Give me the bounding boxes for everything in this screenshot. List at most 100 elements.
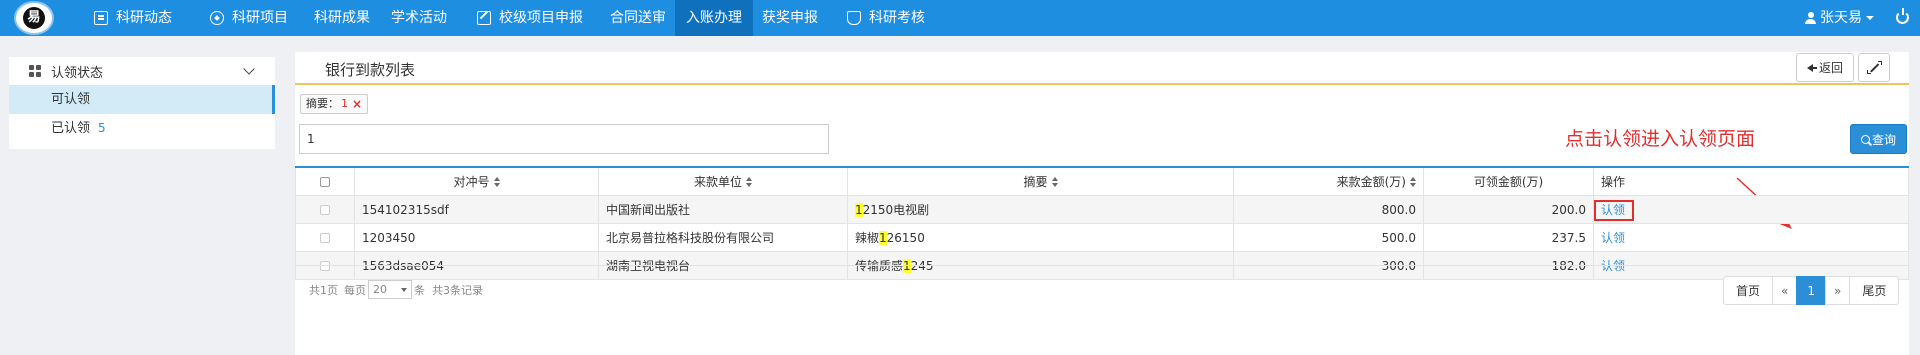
prev-page-button[interactable]: « bbox=[1772, 276, 1798, 305]
nav-item-account-entry[interactable]: 入账办理 bbox=[675, 0, 753, 36]
sidebar-item-label: 可认领 bbox=[51, 92, 91, 107]
user-menu[interactable]: 张天易 bbox=[1805, 0, 1874, 36]
current-page-button[interactable]: 1 bbox=[1796, 276, 1826, 305]
header-available: 可领金额(万) bbox=[1424, 168, 1594, 195]
table-header-row: 对冲号 来款单位 摘要 来款金额(万) 可领金额(万) 操作 bbox=[295, 168, 1909, 196]
next-page-button[interactable]: » bbox=[1825, 276, 1851, 305]
cell-amount: 800.0 bbox=[1234, 196, 1424, 223]
dropdown-arrow-icon bbox=[401, 287, 407, 292]
logo[interactable]: 易 bbox=[14, 1, 54, 35]
user-name: 张天易 bbox=[1820, 10, 1862, 26]
header-action: 操作 bbox=[1594, 168, 1909, 195]
cell-unit: 中国新闻出版社 bbox=[599, 196, 848, 223]
page-title: 银行到款列表 bbox=[325, 61, 416, 79]
sort-icon bbox=[1410, 176, 1416, 187]
sidebar: 认领状态 可认领 已认领 5 bbox=[9, 57, 275, 149]
table-row: 1203450 北京易普拉格科技股份有限公司 辣椒 1 26150 500.0 23… bbox=[295, 224, 1909, 252]
nav-item-school-project-apply[interactable]: 校级项目申报 bbox=[475, 0, 585, 36]
nav-label: 科研成果 bbox=[314, 10, 370, 26]
nav-label: 学术活动 bbox=[391, 10, 447, 26]
nav-label: 入账办理 bbox=[686, 10, 742, 26]
query-button[interactable]: 查询 bbox=[1850, 124, 1907, 154]
header-label: 来款金额(万) bbox=[1336, 175, 1406, 189]
nav-item-research-assessment[interactable]: 科研考核 bbox=[845, 0, 927, 36]
sidebar-item-claimable[interactable]: 可认领 bbox=[9, 85, 275, 114]
nav-item-research-projects[interactable]: 科研项目 bbox=[208, 0, 290, 36]
total-records: 条 共3条记录 bbox=[414, 283, 483, 297]
header-select-all[interactable] bbox=[295, 168, 355, 195]
filter-tag: 摘要： 1 × bbox=[300, 94, 369, 114]
nav-item-award-apply[interactable]: 获奖申报 bbox=[762, 0, 818, 36]
remove-filter-icon[interactable]: × bbox=[352, 95, 362, 113]
top-navbar: 易 科研动态 科研项目 科研成果 学术活动 校级项目申报 合同送审 入账办理 获… bbox=[0, 0, 1920, 36]
header-amount[interactable]: 来款金额(万) bbox=[1234, 168, 1424, 195]
logo-glyph: 易 bbox=[23, 7, 45, 29]
back-label: 返回 bbox=[1818, 61, 1843, 75]
query-label: 查询 bbox=[1871, 132, 1896, 147]
caret-down-icon bbox=[1866, 16, 1874, 20]
annotation-text: 点击认领进入认领页面 bbox=[1565, 128, 1756, 150]
filter-tag-label: 摘要： bbox=[306, 97, 339, 110]
row-checkbox[interactable] bbox=[320, 204, 330, 215]
claimed-count: 5 bbox=[98, 121, 106, 135]
search-icon bbox=[1860, 134, 1870, 144]
doc-icon bbox=[94, 11, 108, 25]
nav-item-contract-review[interactable]: 合同送审 bbox=[610, 0, 666, 36]
cell-code: 1203450 bbox=[355, 224, 599, 251]
compass-icon bbox=[210, 11, 224, 25]
search-input[interactable] bbox=[299, 124, 829, 154]
claim-link[interactable]: 认领 bbox=[1601, 229, 1625, 246]
nav-label: 科研动态 bbox=[116, 10, 172, 26]
sidebar-item-label: 已认领 bbox=[51, 121, 91, 136]
total-pages: 共1页 bbox=[309, 283, 338, 297]
sidebar-title: 认领状态 bbox=[51, 65, 104, 81]
nav-label: 合同送审 bbox=[610, 10, 666, 26]
cell-unit: 北京易普拉格科技股份有限公司 bbox=[599, 224, 848, 251]
nav-label: 科研项目 bbox=[232, 10, 288, 26]
back-button[interactable]: 返回 bbox=[1796, 53, 1854, 82]
panel-header: 银行到款列表 返回 bbox=[295, 52, 1909, 85]
header-label: 摘要 bbox=[1023, 175, 1048, 189]
sidebar-header[interactable]: 认领状态 bbox=[9, 57, 275, 85]
annotation-highlight-box bbox=[1594, 200, 1634, 221]
sidebar-item-claimed[interactable]: 已认领 5 bbox=[9, 114, 275, 143]
search-highlight: 1 bbox=[879, 230, 887, 245]
cell-action: 认领 bbox=[1594, 196, 1909, 223]
cell-summary: 1 2150电视剧 bbox=[848, 196, 1234, 223]
select-all-checkbox[interactable] bbox=[320, 176, 330, 187]
nav-item-research-news[interactable]: 科研动态 bbox=[92, 0, 174, 36]
cell-code: 154102315sdf bbox=[355, 196, 599, 223]
table-row: 154102315sdf 中国新闻出版社 1 2150电视剧 800.0 200.… bbox=[295, 196, 1909, 224]
cell-available: 200.0 bbox=[1424, 196, 1594, 223]
arrow-left-icon bbox=[1806, 63, 1817, 72]
per-page-label: 每页 bbox=[344, 283, 366, 297]
first-page-button[interactable]: 首页 bbox=[1723, 276, 1774, 305]
main-panel: 银行到款列表 返回 摘要： 1 × 点击认领进入认领页面 查询 对冲号 bbox=[295, 52, 1909, 355]
table-footer: 共1页 每页 20 条 共3条记录 首页 « 1 » 尾页 bbox=[295, 265, 1909, 305]
edit-icon bbox=[477, 11, 491, 25]
sort-icon bbox=[1051, 176, 1058, 187]
user-icon bbox=[1805, 12, 1816, 24]
cell-summary: 辣椒 1 26150 bbox=[848, 224, 1234, 251]
bank-receipts-table: 对冲号 来款单位 摘要 来款金额(万) 可领金额(万) 操作 154102315… bbox=[295, 166, 1909, 280]
sort-icon bbox=[746, 176, 752, 187]
header-unit[interactable]: 来款单位 bbox=[599, 168, 848, 195]
grid-icon bbox=[29, 65, 41, 77]
sort-icon bbox=[493, 176, 500, 187]
header-code[interactable]: 对冲号 bbox=[355, 168, 599, 195]
row-checkbox[interactable] bbox=[320, 232, 330, 243]
nav-item-research-results[interactable]: 科研成果 bbox=[314, 0, 370, 36]
nav-label: 科研考核 bbox=[869, 10, 925, 26]
expand-button[interactable] bbox=[1858, 53, 1890, 82]
search-highlight: 1 bbox=[855, 202, 863, 217]
nav-item-academic-activities[interactable]: 学术活动 bbox=[391, 0, 447, 36]
per-page-select[interactable]: 20 bbox=[368, 280, 412, 299]
power-icon[interactable] bbox=[1896, 8, 1909, 24]
filter-tag-value: 1 bbox=[341, 97, 348, 110]
last-page-button[interactable]: 尾页 bbox=[1849, 276, 1900, 305]
header-label: 对冲号 bbox=[453, 175, 490, 189]
header-summary[interactable]: 摘要 bbox=[848, 168, 1234, 195]
cell-available: 237.5 bbox=[1424, 224, 1594, 251]
nav-label: 校级项目申报 bbox=[499, 10, 583, 26]
header-label: 操作 bbox=[1601, 175, 1626, 189]
